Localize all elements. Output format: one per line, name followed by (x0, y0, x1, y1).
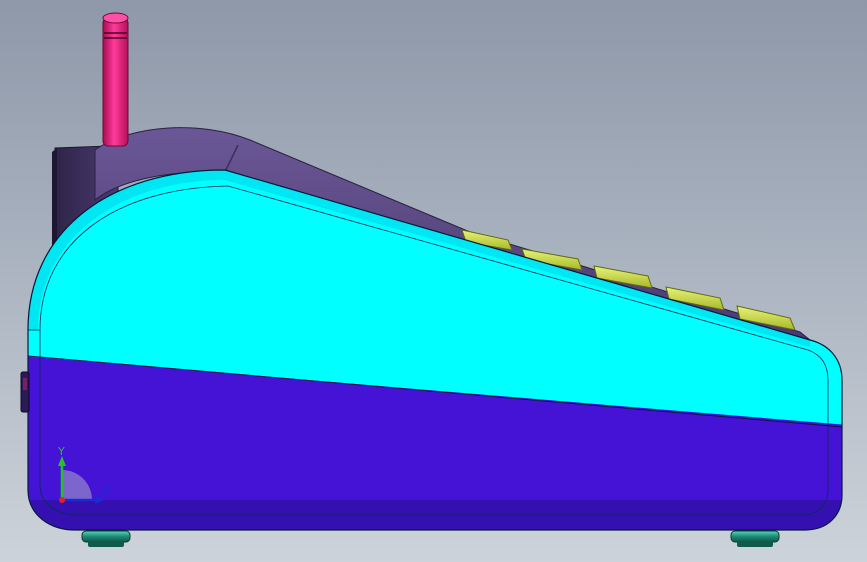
x-axis-dot (59, 497, 65, 503)
antenna (102, 12, 129, 147)
model-canvas[interactable]: Y Z (0, 0, 867, 562)
rear-foot (730, 530, 780, 547)
y-axis-label: Y (57, 445, 65, 458)
main-body (28, 170, 842, 530)
front-foot (81, 530, 131, 547)
z-axis-label: Z (103, 486, 111, 499)
cad-viewport[interactable]: Y Z (0, 0, 867, 562)
side-connector (20, 371, 30, 413)
